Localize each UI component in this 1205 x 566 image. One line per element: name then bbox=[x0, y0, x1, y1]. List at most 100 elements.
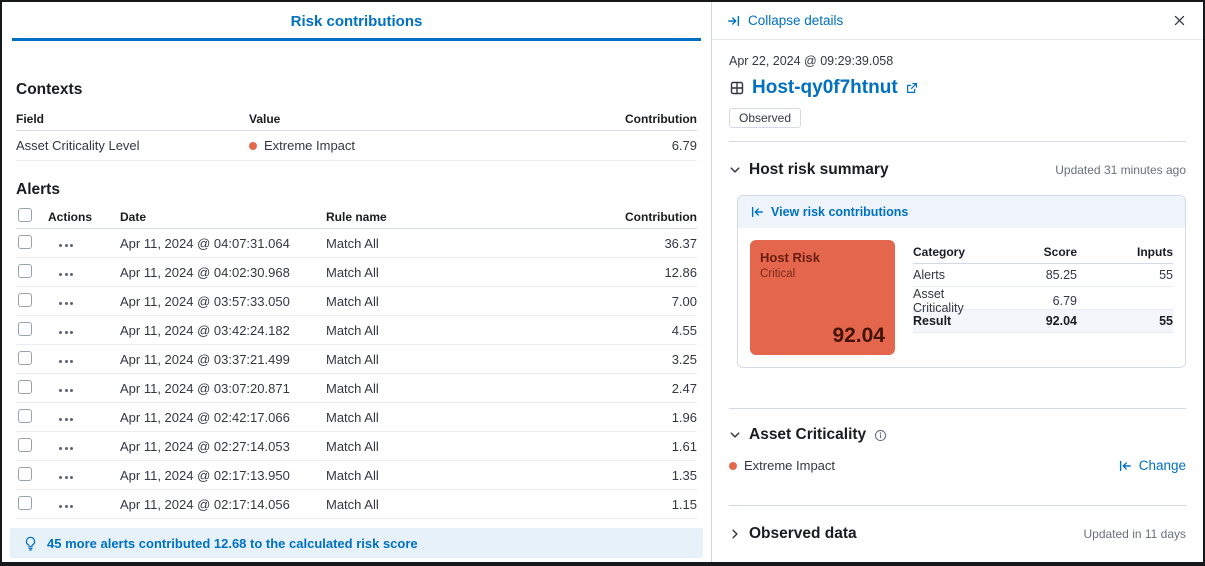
risk-table-row: Asset Criticality 6.79 bbox=[913, 287, 1173, 310]
row-checkbox[interactable] bbox=[18, 322, 32, 336]
row-checkbox[interactable] bbox=[18, 409, 32, 423]
row-checkbox[interactable] bbox=[18, 264, 32, 278]
alert-row: Apr 11, 2024 @ 03:07:20.871 Match All 2.… bbox=[16, 374, 697, 403]
chevron-down-icon[interactable] bbox=[729, 429, 741, 441]
event-timestamp: Apr 22, 2024 @ 09:29:39.058 bbox=[729, 54, 1186, 68]
divider bbox=[729, 505, 1186, 506]
details-flyout: Collapse details Apr 22, 2024 @ 09:29:39… bbox=[711, 2, 1203, 562]
alert-contribution: 1.15 bbox=[587, 497, 697, 512]
row-checkbox[interactable] bbox=[18, 293, 32, 307]
checkbox-cell bbox=[16, 264, 48, 281]
flyout-body: Apr 22, 2024 @ 09:29:39.058 Host-qy0f7ht… bbox=[712, 40, 1203, 562]
checkbox-cell bbox=[16, 467, 48, 484]
alert-contribution: 1.61 bbox=[587, 439, 697, 454]
row-checkbox[interactable] bbox=[18, 496, 32, 510]
chevron-down-icon[interactable] bbox=[729, 164, 741, 176]
more-actions-icon[interactable] bbox=[57, 356, 75, 367]
context-field: Asset Criticality Level bbox=[16, 138, 249, 153]
alert-contribution: 12.86 bbox=[587, 265, 697, 280]
column-field: Field bbox=[16, 112, 249, 126]
score-cell: 92.04 bbox=[997, 314, 1077, 328]
host-risk-score-card: Host Risk Critical 92.04 bbox=[750, 240, 895, 355]
alert-date: Apr 11, 2024 @ 02:17:14.056 bbox=[120, 497, 326, 512]
row-checkbox[interactable] bbox=[18, 438, 32, 452]
score-cell: 85.25 bbox=[997, 268, 1077, 282]
context-row: Asset Criticality Level Extreme Impact 6… bbox=[16, 131, 697, 161]
select-all-checkbox[interactable] bbox=[18, 208, 32, 222]
column-contribution: Contribution bbox=[587, 210, 697, 224]
row-checkbox[interactable] bbox=[18, 351, 32, 365]
alert-rule-name: Match All bbox=[326, 323, 587, 338]
actions-cell bbox=[48, 496, 120, 512]
more-actions-icon[interactable] bbox=[57, 385, 75, 396]
score-cell: 6.79 bbox=[997, 294, 1077, 308]
risk-category-table: Category Score Inputs Alerts 85.25 55 As… bbox=[913, 240, 1173, 355]
more-actions-icon[interactable] bbox=[57, 443, 75, 454]
risk-table-header: Category Score Inputs bbox=[913, 240, 1173, 264]
category-cell: Result bbox=[913, 314, 997, 328]
more-actions-icon[interactable] bbox=[57, 327, 75, 338]
alert-row: Apr 11, 2024 @ 02:27:14.053 Match All 1.… bbox=[16, 432, 697, 461]
more-actions-icon[interactable] bbox=[57, 269, 75, 280]
alert-contribution: 4.55 bbox=[587, 323, 697, 338]
alert-date: Apr 11, 2024 @ 02:17:13.950 bbox=[120, 468, 326, 483]
alert-rule-name: Match All bbox=[326, 236, 587, 251]
alert-row: Apr 11, 2024 @ 02:17:14.056 Match All 1.… bbox=[16, 490, 697, 519]
checkbox-cell bbox=[16, 293, 48, 310]
alert-date: Apr 11, 2024 @ 03:42:24.182 bbox=[120, 323, 326, 338]
collapse-details-button[interactable]: Collapse details bbox=[727, 13, 843, 28]
view-risk-contributions-button[interactable]: View risk contributions bbox=[738, 196, 1185, 228]
severity-dot-icon bbox=[249, 142, 257, 150]
row-checkbox[interactable] bbox=[18, 467, 32, 481]
host-grid-icon bbox=[729, 80, 745, 96]
chevron-right-icon[interactable] bbox=[729, 528, 741, 540]
alerts-heading: Alerts bbox=[16, 181, 697, 199]
more-actions-icon[interactable] bbox=[57, 414, 75, 425]
context-value: Extreme Impact bbox=[249, 138, 587, 153]
context-value-label: Extreme Impact bbox=[264, 138, 355, 153]
more-alerts-text: 45 more alerts contributed 12.68 to the … bbox=[47, 536, 418, 551]
host-name-link[interactable]: Host-qy0f7htnut bbox=[752, 77, 898, 99]
row-checkbox[interactable] bbox=[18, 235, 32, 249]
open-in-new-icon[interactable] bbox=[905, 81, 919, 95]
more-actions-icon[interactable] bbox=[57, 501, 75, 512]
column-inputs: Inputs bbox=[1077, 245, 1173, 259]
left-panel-body: Contexts Field Value Contribution Asset … bbox=[2, 41, 711, 558]
alert-row: Apr 11, 2024 @ 03:57:33.050 Match All 7.… bbox=[16, 287, 697, 316]
host-risk-summary-title: Host risk summary bbox=[749, 161, 889, 179]
checkbox-cell bbox=[16, 322, 48, 339]
alert-date: Apr 11, 2024 @ 04:02:30.968 bbox=[120, 265, 326, 280]
actions-cell bbox=[48, 322, 120, 338]
more-actions-icon[interactable] bbox=[57, 298, 75, 309]
alert-rule-name: Match All bbox=[326, 439, 587, 454]
more-actions-icon[interactable] bbox=[57, 240, 75, 251]
observed-data-updated: Updated in 11 days bbox=[1083, 527, 1186, 541]
checkbox-cell bbox=[16, 380, 48, 397]
risk-contributions-window: Risk contributions Contexts Field Value … bbox=[0, 0, 1205, 566]
alert-rule-name: Match All bbox=[326, 265, 587, 280]
close-flyout-button[interactable] bbox=[1171, 12, 1188, 29]
inputs-cell: 55 bbox=[1077, 268, 1173, 282]
change-criticality-button[interactable]: Change bbox=[1118, 458, 1186, 473]
column-date: Date bbox=[120, 210, 326, 224]
asset-criticality-value-row: Extreme Impact Change bbox=[729, 458, 1186, 473]
info-icon[interactable] bbox=[874, 429, 887, 442]
row-checkbox[interactable] bbox=[18, 380, 32, 394]
risk-contributions-panel: Risk contributions Contexts Field Value … bbox=[2, 2, 711, 562]
actions-cell bbox=[48, 467, 120, 483]
collapse-details-label: Collapse details bbox=[748, 13, 843, 28]
alert-row: Apr 11, 2024 @ 03:37:21.499 Match All 3.… bbox=[16, 345, 697, 374]
host-title-row: Host-qy0f7htnut bbox=[729, 77, 1186, 99]
close-icon bbox=[1173, 14, 1186, 27]
contexts-heading: Contexts bbox=[16, 81, 697, 99]
alert-rule-name: Match All bbox=[326, 381, 587, 396]
asset-criticality-header: Asset Criticality bbox=[729, 426, 1186, 444]
more-alerts-note: 45 more alerts contributed 12.68 to the … bbox=[10, 528, 703, 558]
alert-date: Apr 11, 2024 @ 03:37:21.499 bbox=[120, 352, 326, 367]
alert-contribution: 1.35 bbox=[587, 468, 697, 483]
alert-date: Apr 11, 2024 @ 03:57:33.050 bbox=[120, 294, 326, 309]
divider bbox=[729, 408, 1186, 409]
host-risk-summary-header: Host risk summary Updated 31 minutes ago bbox=[729, 161, 1186, 179]
arrow-start-icon bbox=[750, 205, 764, 219]
more-actions-icon[interactable] bbox=[57, 472, 75, 483]
